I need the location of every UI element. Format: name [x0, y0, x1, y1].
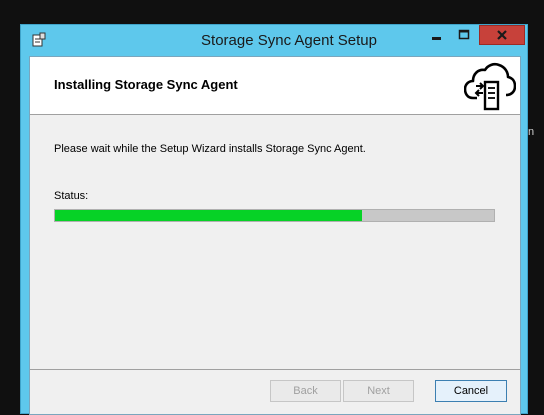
maximize-icon — [458, 29, 470, 40]
close-icon — [497, 30, 507, 40]
setup-window: Storage Sync Agent Setup Installing Stor… — [20, 24, 528, 415]
status-label: Status: — [54, 190, 89, 202]
wizard-client-area: Installing Storage Sync Agent Please wai… — [29, 56, 521, 415]
install-message: Please wait while the Setup Wizard insta… — [54, 143, 366, 155]
progress-fill — [55, 210, 363, 221]
close-button[interactable] — [479, 25, 525, 45]
minimize-button[interactable] — [423, 25, 449, 45]
back-button[interactable]: Back — [270, 380, 341, 402]
cancel-button[interactable]: Cancel — [435, 380, 507, 402]
install-progress-bar — [54, 209, 495, 222]
minimize-icon — [432, 37, 441, 40]
wizard-header: Installing Storage Sync Agent — [30, 57, 520, 115]
next-button[interactable]: Next — [343, 380, 414, 402]
footer-divider — [30, 369, 520, 370]
title-bar[interactable]: Storage Sync Agent Setup — [21, 25, 527, 56]
header-title: Installing Storage Sync Agent — [54, 77, 238, 92]
background-glyph: n — [528, 126, 535, 138]
cloud-sync-icon — [464, 62, 516, 111]
maximize-button[interactable] — [451, 25, 477, 45]
